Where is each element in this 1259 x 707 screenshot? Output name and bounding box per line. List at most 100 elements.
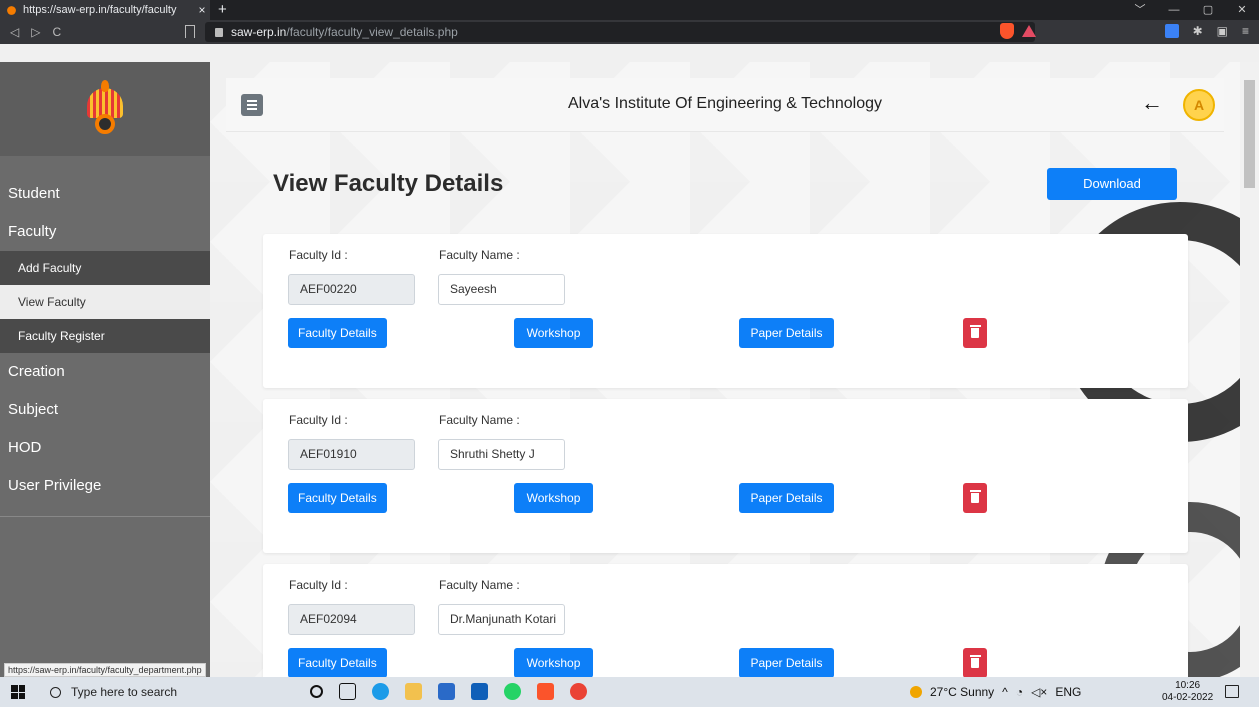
volume-icon[interactable]: ◁× [1031,685,1047,699]
delete-button[interactable] [963,483,987,513]
taskbar-search-placeholder: Type here to search [71,685,178,699]
address-bar-row: ◁ ▷ C saw-erp.in /faculty/faculty_view_d… [0,20,1259,44]
sidebar-item-creation[interactable]: Creation [0,353,210,391]
faculty-name-field[interactable]: Sayeesh [438,274,565,305]
faculty-id-label: Faculty Id : [289,578,348,592]
brave-rewards-icon[interactable] [1022,25,1036,37]
delete-button[interactable] [963,318,987,348]
taskbar-apps [310,683,587,700]
sidebar-item-add-faculty[interactable]: Add Faculty [0,251,210,285]
maximize-icon[interactable]: ▢ [1191,0,1225,20]
workshop-button[interactable]: Workshop [514,648,593,677]
page-scrollbar[interactable] [1240,62,1259,677]
close-window-icon[interactable]: ✕ [1225,0,1259,20]
tab-search-icon[interactable]: ﹀ [1123,0,1157,20]
brave-icon[interactable] [537,683,554,700]
faculty-card: Faculty Id : Faculty Name : AEF01910 Shr… [263,399,1188,553]
sidebar-item-view-faculty[interactable]: View Faculty [0,285,210,319]
paper-details-button[interactable]: Paper Details [739,483,834,513]
sidebar-item-faculty[interactable]: Faculty [0,213,210,251]
language-indicator[interactable]: ENG [1055,685,1081,699]
brave-icons [1000,23,1036,39]
top-header: Alva's Institute Of Engineering & Techno… [226,78,1224,132]
faculty-id-field: AEF01910 [288,439,415,470]
cortana-icon[interactable] [310,685,323,698]
sidebar-item-faculty-register[interactable]: Faculty Register [0,319,210,353]
faculty-name-label: Faculty Name : [439,248,520,262]
extension-icons: ✱ ▣ ≡ [1164,24,1249,38]
taskbar-clock[interactable]: 10:26 04-02-2022 [1162,680,1213,704]
site-favicon-icon [7,5,16,15]
extension-icon[interactable] [1164,24,1179,38]
download-button[interactable]: Download [1047,168,1177,200]
search-icon [50,686,61,698]
paper-details-button[interactable]: Paper Details [739,648,834,677]
sidebar-item-hod[interactable]: HOD [0,429,210,467]
whatsapp-icon[interactable] [504,683,521,700]
bookmark-icon[interactable] [185,25,195,38]
faculty-id-label: Faculty Id : [289,248,348,262]
sidebar-menu: Student Faculty Add Faculty View Faculty… [0,175,210,505]
workshop-button[interactable]: Workshop [514,318,593,348]
faculty-id-label: Faculty Id : [289,413,348,427]
file-explorer-icon[interactable] [405,683,422,700]
faculty-name-label: Faculty Name : [439,578,520,592]
avatar[interactable]: A [1183,89,1215,121]
wallet-icon[interactable]: ▣ [1217,24,1228,38]
scrollbar-thumb[interactable] [1244,80,1255,188]
puzzle-icon[interactable]: ✱ [1193,24,1203,38]
browser-tab[interactable]: https://saw-erp.in/faculty/faculty × [0,0,210,20]
faculty-name-label: Faculty Name : [439,413,520,427]
faculty-id-field: AEF02094 [288,604,415,635]
faculty-id-field: AEF00220 [288,274,415,305]
reload-icon[interactable]: C [52,25,61,39]
mail-icon[interactable] [471,683,488,700]
faculty-details-button[interactable]: Faculty Details [288,318,387,348]
brave-shield-icon[interactable] [1000,23,1014,39]
network-icon[interactable]: ◔ [1016,685,1023,699]
lock-icon [215,27,223,37]
faculty-details-button[interactable]: Faculty Details [288,648,387,677]
new-tab-button[interactable]: + [218,0,227,20]
sidebar-divider [0,516,210,517]
sidebar-item-student[interactable]: Student [0,175,210,213]
url-path: /faculty/faculty_view_details.php [286,25,458,39]
paper-details-button[interactable]: Paper Details [739,318,834,348]
windows-start-icon[interactable] [11,685,25,699]
nav-buttons: ◁ ▷ C [10,20,61,44]
notification-icon[interactable] [1225,685,1239,698]
faculty-card: Faculty Id : Faculty Name : AEF00220 Say… [263,234,1188,388]
trash-icon [969,490,981,503]
sidebar-item-user-privilege[interactable]: User Privilege [0,467,210,505]
menu-icon[interactable]: ≡ [1242,24,1249,38]
store-icon[interactable] [438,683,455,700]
weather-sun-icon [910,686,922,698]
tab-title: https://saw-erp.in/faculty/faculty [23,4,177,16]
faculty-name-field[interactable]: Shruthi Shetty J [438,439,565,470]
edge-icon[interactable] [372,683,389,700]
chrome-icon[interactable] [570,683,587,700]
windows-taskbar: Type here to search 27°C Sunny ^ ◔ ◁× EN… [0,677,1259,707]
workshop-button[interactable]: Workshop [514,483,593,513]
back-arrow-icon[interactable]: ← [1141,90,1163,116]
logo-area [0,62,210,156]
url-field[interactable]: saw-erp.in /faculty/faculty_view_details… [205,22,1035,42]
weather-text[interactable]: 27°C Sunny [930,685,994,699]
back-nav-icon[interactable]: ◁ [10,25,19,39]
system-tray: 27°C Sunny ^ ◔ ◁× ENG [910,677,1081,707]
sidebar: Student Faculty Add Faculty View Faculty… [0,62,210,677]
task-view-icon[interactable] [339,683,356,700]
tray-chevron-icon[interactable]: ^ [1002,685,1008,699]
clock-date: 04-02-2022 [1162,692,1214,703]
faculty-details-button[interactable]: Faculty Details [288,483,387,513]
institute-logo [85,80,125,138]
taskbar-search[interactable]: Type here to search [40,677,232,707]
sidebar-item-subject[interactable]: Subject [0,391,210,429]
faculty-name-field[interactable]: Dr.Manjunath Kotari [438,604,565,635]
minimize-icon[interactable]: — [1157,0,1191,20]
forward-nav-icon[interactable]: ▷ [31,25,40,39]
tab-close-icon[interactable]: × [194,3,210,17]
url-host: saw-erp.in [231,25,287,39]
delete-button[interactable] [963,648,987,677]
trash-icon [969,655,981,668]
